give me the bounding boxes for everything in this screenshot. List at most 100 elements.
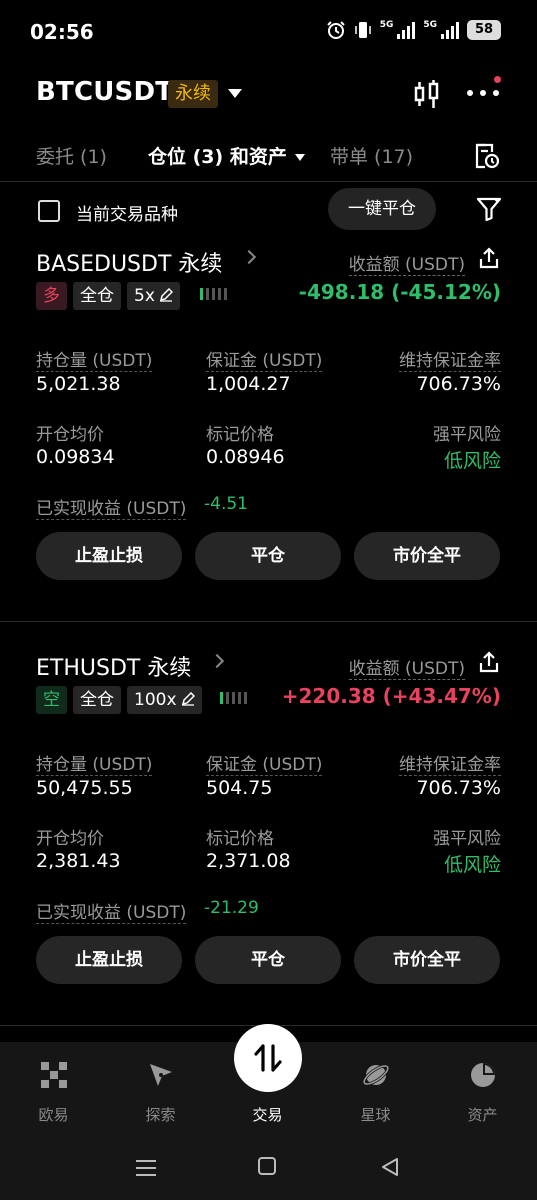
status-time: 02:56	[30, 20, 94, 44]
realized-pnl-value: -4.51	[204, 494, 248, 514]
trade-center-button[interactable]	[234, 1024, 302, 1092]
leverage-value: 5x	[134, 286, 155, 306]
symbol-title[interactable]: BTCUSDT	[36, 77, 173, 107]
nav-planet[interactable]: 星球	[322, 1042, 429, 1140]
tab-positions-assets[interactable]: 仓位 (3) 和资产	[148, 142, 305, 169]
perpetual-badge: 永续	[168, 80, 218, 108]
system-nav-bar	[0, 1140, 537, 1200]
unrealized-pnl: -498.18 (-45.12%)	[298, 280, 501, 304]
tpsl-button[interactable]: 止盈止损	[36, 532, 182, 580]
entry-price-value: 0.09834	[36, 446, 115, 468]
network-type-1: 5G	[379, 20, 394, 30]
filter-icon[interactable]	[476, 196, 502, 222]
tpsl-button[interactable]: 止盈止损	[36, 936, 182, 984]
signal-icon	[441, 21, 459, 39]
position-size-value: 50,475.55	[36, 777, 133, 799]
planet-icon	[362, 1064, 390, 1086]
nav-label: 资产	[467, 1106, 498, 1124]
nav-label: 星球	[360, 1106, 391, 1124]
share-icon[interactable]	[478, 246, 500, 270]
trade-swap-icon	[254, 1044, 282, 1072]
page-header: BTCUSDT 永续	[0, 62, 537, 124]
home-icon[interactable]	[258, 1157, 276, 1175]
position-size-value: 5,021.38	[36, 373, 121, 395]
status-bar: 02:56 5G 5G 58	[0, 0, 537, 62]
signal-icon	[397, 21, 416, 39]
side-badge: 多	[36, 282, 67, 310]
current-symbol-checkbox[interactable]	[38, 200, 60, 222]
edit-icon	[159, 288, 173, 302]
liquidation-risk-label: 强平风险	[433, 829, 501, 849]
mark-price-value: 0.08946	[206, 446, 285, 468]
chevron-right-icon[interactable]	[241, 249, 257, 265]
position-pair[interactable]: BASEDUSDT 永续	[36, 246, 222, 278]
back-icon[interactable]	[380, 1157, 400, 1177]
close-position-button[interactable]: 平仓	[195, 936, 341, 984]
status-icons: 5G 5G 58	[326, 20, 501, 40]
margin-value: 504.75	[206, 777, 273, 799]
close-all-button[interactable]: 一键平仓	[328, 188, 436, 230]
entry-price-value: 2,381.43	[36, 850, 121, 872]
edit-icon	[181, 692, 195, 706]
vibrate-icon	[354, 22, 371, 38]
tab-orders[interactable]: 委托 (1)	[36, 142, 107, 169]
chevron-down-icon[interactable]	[228, 89, 242, 98]
leverage-value: 100x	[134, 690, 177, 710]
margin-mode-badge: 全仓	[73, 686, 121, 714]
nav-okx[interactable]: 欧易	[0, 1042, 107, 1140]
pie-chart-icon	[471, 1063, 495, 1087]
pnl-label: 收益额 (USDT)	[348, 654, 465, 680]
liquidation-risk-bars	[200, 288, 227, 300]
position-card: BASEDUSDT 永续 收益额 (USDT) 多 全仓 5x -498.18 …	[0, 238, 537, 622]
margin-value: 1,004.27	[206, 373, 291, 395]
network-type-2: 5G	[423, 20, 437, 30]
unrealized-pnl: +220.38 (+43.47%)	[281, 684, 501, 708]
nav-label: 欧易	[38, 1106, 69, 1124]
battery-icon: 58	[467, 20, 501, 40]
maintenance-margin-value: 706.73%	[416, 777, 501, 799]
realized-pnl-label: 已实现收益 (USDT)	[36, 898, 187, 924]
position-size-label: 持仓量 (USDT)	[36, 346, 153, 372]
filter-row: 当前交易品种 一键平仓	[0, 184, 537, 236]
realized-pnl-label: 已实现收益 (USDT)	[36, 494, 187, 520]
more-options-icon[interactable]	[466, 88, 500, 98]
nav-explore[interactable]: 探索	[107, 1042, 214, 1140]
mark-price-label: 标记价格	[206, 425, 274, 445]
leverage-badge[interactable]: 5x	[127, 282, 180, 310]
margin-label: 保证金 (USDT)	[206, 346, 323, 372]
notification-dot	[494, 76, 501, 83]
position-size-label: 持仓量 (USDT)	[36, 750, 153, 776]
position-tabs: 委托 (1) 仓位 (3) 和资产 带单 (17)	[0, 124, 537, 182]
position-pair[interactable]: ETHUSDT 永续	[36, 650, 191, 682]
liquidation-risk-value: 低风险	[443, 854, 501, 876]
chevron-right-icon[interactable]	[209, 653, 225, 669]
chevron-down-icon	[294, 154, 305, 161]
share-icon[interactable]	[478, 650, 500, 674]
liquidation-risk-bars	[220, 692, 247, 704]
pnl-label: 收益额 (USDT)	[348, 250, 465, 276]
side-badge: 空	[36, 686, 67, 714]
maintenance-margin-label: 维持保证金率	[399, 346, 501, 372]
leverage-badge[interactable]: 100x	[127, 686, 202, 714]
mark-price-value: 2,371.08	[206, 850, 291, 872]
candlestick-chart-icon[interactable]	[412, 78, 442, 110]
nav-assets[interactable]: 资产	[429, 1042, 536, 1140]
maintenance-margin-label: 维持保证金率	[399, 750, 501, 776]
entry-price-label: 开仓均价	[36, 829, 104, 849]
close-position-button[interactable]: 平仓	[195, 532, 341, 580]
compass-icon	[150, 1064, 172, 1086]
order-history-icon[interactable]	[472, 142, 500, 170]
tab-copy-trading[interactable]: 带单 (17)	[330, 142, 413, 169]
liquidation-risk-label: 强平风险	[433, 425, 501, 445]
maintenance-margin-value: 706.73%	[416, 373, 501, 395]
mark-price-label: 标记价格	[206, 829, 274, 849]
nav-label: 探索	[145, 1106, 176, 1124]
recent-apps-icon[interactable]	[136, 1159, 156, 1177]
realized-pnl-value: -21.29	[204, 898, 259, 918]
market-close-button[interactable]: 市价全平	[354, 532, 500, 580]
margin-mode-badge: 全仓	[73, 282, 121, 310]
margin-label: 保证金 (USDT)	[206, 750, 323, 776]
alarm-icon	[326, 21, 345, 39]
market-close-button[interactable]: 市价全平	[354, 936, 500, 984]
entry-price-label: 开仓均价	[36, 425, 104, 445]
